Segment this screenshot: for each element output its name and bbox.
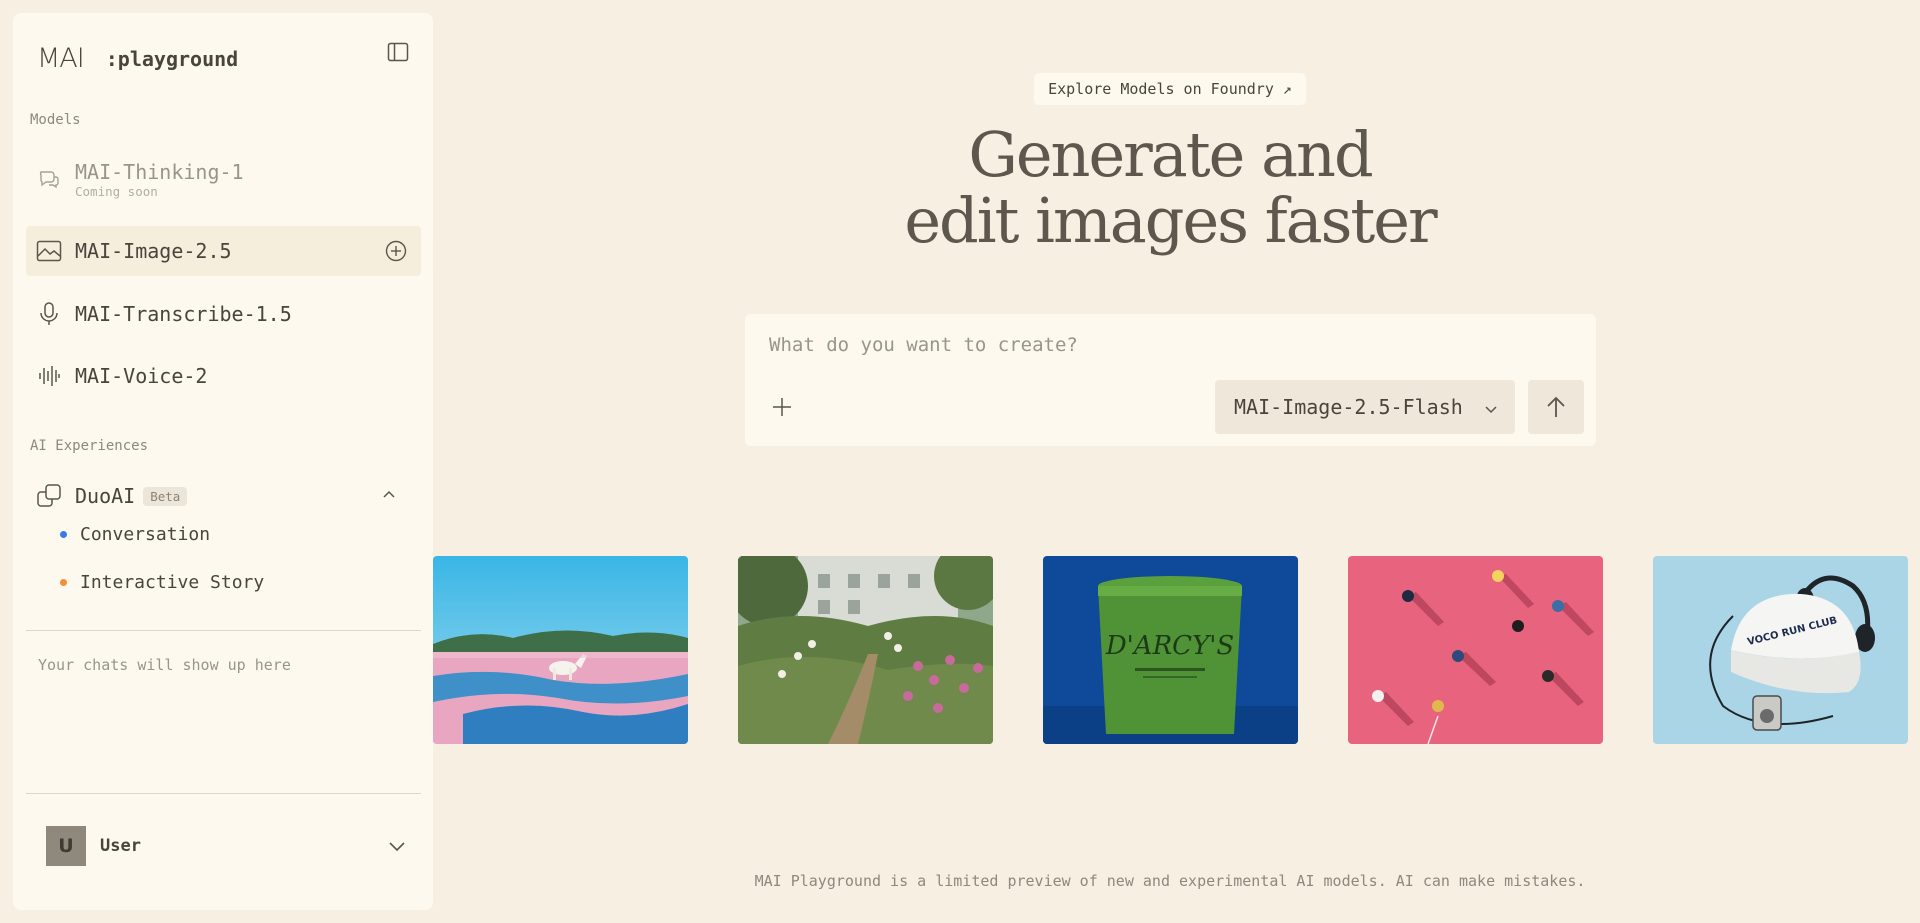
brand[interactable]: MAI :playground	[37, 43, 238, 74]
divider	[26, 793, 421, 794]
hero-line-1: Generate and	[968, 118, 1373, 191]
tub-brand-text: D'ARCY'S	[1105, 631, 1234, 661]
microphone-icon	[36, 301, 62, 327]
page-title: Generate and edit images faster	[820, 122, 1520, 254]
beta-badge: Beta	[143, 486, 188, 506]
chevron-down-icon	[1483, 398, 1499, 422]
model-status: Coming soon	[75, 183, 158, 199]
sidebar-item-mai-transcribe-1-5[interactable]: MAI-Transcribe-1.5	[26, 289, 421, 339]
model-select[interactable]: MAI-Image-2.5-Flash	[1215, 380, 1515, 434]
model-name: MAI-Transcribe-1.5	[75, 302, 292, 326]
model-name: MAI-Thinking-1	[75, 159, 244, 184]
sidebar-item-mai-voice-2[interactable]: MAI-Voice-2	[26, 351, 421, 401]
chevron-down-icon	[385, 834, 409, 858]
collapse-button[interactable]	[379, 485, 399, 505]
attach-button[interactable]	[769, 394, 795, 420]
sidebar-item-mai-thinking-1[interactable]: MAI-Thinking-1 Coming soon	[26, 151, 421, 207]
explore-foundry-link[interactable]: Explore Models on Foundry ↗	[1034, 73, 1306, 105]
subitem-label: Conversation	[80, 524, 211, 545]
user-name: User	[100, 836, 141, 856]
experiences-section-label: AI Experiences	[30, 438, 149, 454]
prompt-composer: MAI-Image-2.5-Flash	[745, 314, 1596, 446]
models-section-label: Models	[30, 112, 81, 128]
user-menu[interactable]: U User	[46, 826, 409, 866]
gallery-tile-garden[interactable]	[738, 556, 993, 744]
sidebar-item-mai-image-2-5[interactable]: MAI-Image-2.5	[26, 226, 421, 276]
brand-name: :playground	[105, 46, 239, 71]
gallery-tile-aerial-people[interactable]	[1348, 556, 1603, 744]
sidebar-item-duoai[interactable]: DuoAI Beta	[26, 471, 421, 521]
sidebar-subitem-conversation[interactable]: Conversation	[60, 524, 210, 545]
plus-circle-icon	[385, 240, 407, 262]
waveform-icon	[36, 363, 62, 389]
blue-dot-icon	[60, 531, 67, 538]
sidebar: MAI :playground Models MAI-Thinking-1 Co…	[13, 13, 433, 910]
sidebar-panel-icon	[387, 42, 409, 62]
hero-line-2: edit images faster	[904, 184, 1437, 257]
gallery-tile-ice-cream-tub[interactable]: D'ARCY'S	[1043, 556, 1298, 744]
disclaimer-text: MAI Playground is a limited preview of n…	[754, 872, 1586, 890]
experience-name: DuoAI	[75, 484, 136, 508]
sidebar-toggle-button[interactable]	[385, 39, 411, 65]
chat-bubbles-icon	[36, 166, 62, 192]
model-name: MAI-Voice-2	[75, 364, 208, 388]
model-name: MAI-Image-2.5	[75, 239, 232, 263]
plus-icon	[773, 398, 791, 416]
example-gallery: D'ARCY'S VOCO RUN CLUB	[0, 556, 1920, 744]
avatar: U	[46, 826, 86, 866]
prompt-input[interactable]	[767, 328, 1567, 362]
gallery-tile-horse-landscape[interactable]	[433, 556, 688, 744]
image-icon	[36, 238, 62, 264]
gallery-tile-cap-headphones[interactable]: VOCO RUN CLUB	[1653, 556, 1908, 744]
new-chat-button[interactable]	[383, 238, 409, 264]
mai-logo: MAI	[37, 43, 85, 74]
duo-squares-icon	[36, 483, 62, 509]
chevron-up-icon	[383, 490, 395, 498]
arrow-up-icon	[1547, 396, 1565, 417]
send-button[interactable]	[1528, 380, 1584, 434]
selected-model: MAI-Image-2.5-Flash	[1234, 395, 1463, 419]
